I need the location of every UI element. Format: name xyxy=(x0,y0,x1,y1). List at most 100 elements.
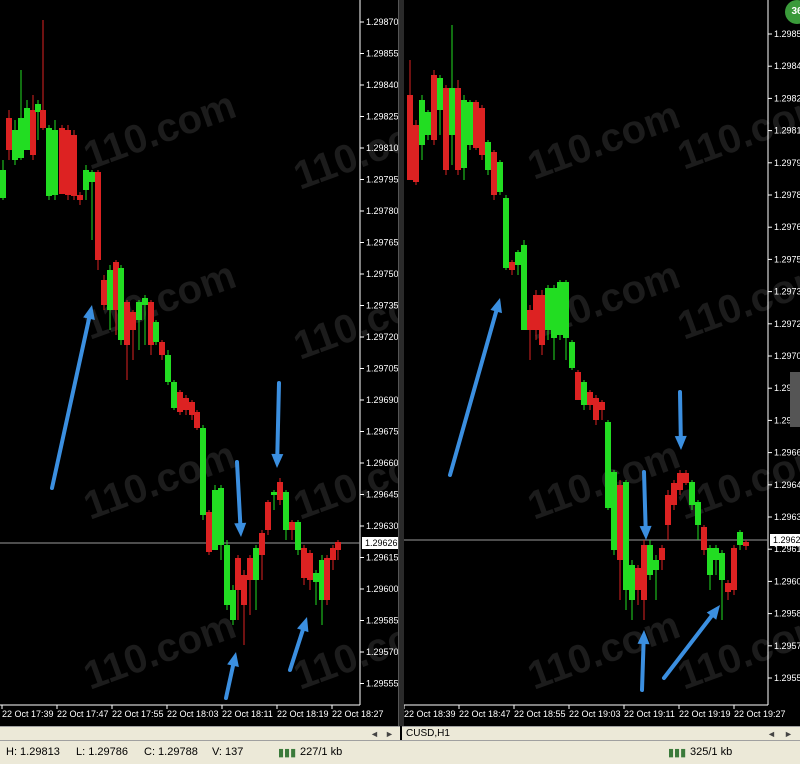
left-candle-body xyxy=(153,322,159,342)
left-x-tick-label: 22 Oct 18:19 xyxy=(277,709,329,719)
right-x-tick-label: 22 Oct 18:39 xyxy=(404,709,456,719)
right-x-tick-label: 22 Oct 19:03 xyxy=(569,709,621,719)
right-candle-body xyxy=(677,473,683,490)
left-candle-body xyxy=(301,548,307,578)
right-current-price-label: 1.29625 xyxy=(773,535,800,545)
right-annotation-arrow-shaft xyxy=(642,470,648,529)
left-candle-body xyxy=(118,268,124,340)
left-candle-body xyxy=(194,412,200,428)
right-chart-panel[interactable]: 110.com 110.com 110.com 110.com 110.com 110.c… xyxy=(404,0,800,726)
left-candle-body xyxy=(259,533,265,555)
left-candle-body xyxy=(224,545,230,605)
bars-icon-left: ▮▮▮ xyxy=(278,747,297,759)
right-y-tick-label: 1.29825 xyxy=(774,93,800,103)
right-candle-body xyxy=(563,282,569,338)
left-candle-body xyxy=(289,522,295,530)
left-candle-body xyxy=(159,342,165,355)
left-candle-body xyxy=(171,382,177,408)
left-candle-body xyxy=(295,522,301,550)
right-candle-body xyxy=(449,88,455,135)
left-y-tick-label: 1.29615 xyxy=(366,553,398,563)
left-annotation-arrow-shaft xyxy=(275,381,281,457)
right-x-tick-label: 22 Oct 18:47 xyxy=(459,709,511,719)
right-y-tick-label: 1.29810 xyxy=(774,126,800,136)
right-candle-body xyxy=(653,560,659,570)
right-candle-body xyxy=(725,583,731,592)
left-candle-body xyxy=(271,492,277,495)
right-chart-canvas[interactable]: 110.com110.com110.com110.com110.com110.c… xyxy=(404,0,800,726)
left-candle-body xyxy=(283,492,289,530)
left-y-tick-label: 1.29795 xyxy=(366,175,398,185)
right-y-tick-label: 1.29660 xyxy=(774,448,800,458)
tab-scroll-right-icon[interactable]: ► xyxy=(784,729,793,739)
right-y-tick-label: 1.29750 xyxy=(774,254,800,264)
left-x-tick-label: 22 Oct 17:39 xyxy=(2,709,54,719)
right-candle-body xyxy=(695,502,701,525)
right-candle-body xyxy=(569,342,575,368)
left-y-tick-label: 1.29720 xyxy=(366,332,398,342)
scroll-right-icon[interactable]: ► xyxy=(385,729,394,739)
left-x-tick-label: 22 Oct 18:27 xyxy=(332,709,384,719)
left-chart-panel[interactable]: 110.com 110.com 110.com 110.com 110.com 110.c… xyxy=(0,0,398,726)
left-candle-body xyxy=(46,128,52,196)
right-candle-body xyxy=(539,295,545,345)
left-candle-body xyxy=(77,195,83,200)
left-candle-body xyxy=(218,488,224,545)
left-y-tick-label: 1.29765 xyxy=(366,238,398,248)
left-candle-body xyxy=(71,135,77,196)
vertical-scrollbar[interactable] xyxy=(790,372,800,427)
left-candle-body xyxy=(12,130,18,160)
right-candle-body xyxy=(683,473,689,483)
right-y-tick-label: 1.29645 xyxy=(774,480,800,490)
right-candle-body xyxy=(599,402,605,410)
right-candle-body xyxy=(617,485,623,560)
left-candle-body xyxy=(183,398,189,410)
right-candle-body xyxy=(455,88,461,170)
left-candle-body xyxy=(40,110,46,128)
left-y-tick-label: 1.29870 xyxy=(366,17,398,27)
right-candle-body xyxy=(443,88,449,170)
left-y-tick-label: 1.29840 xyxy=(366,80,398,90)
right-candle-body xyxy=(581,382,587,405)
right-candle-body xyxy=(587,392,593,405)
status-bar: H: 1.29813 L: 1.29786 C: 1.29788 V: 137 … xyxy=(0,740,800,764)
left-candle-body xyxy=(0,170,6,198)
status-bars-left: 227/1 kb xyxy=(300,746,343,758)
left-candle-body xyxy=(6,118,12,150)
right-candle-body xyxy=(479,108,485,155)
left-candle-body xyxy=(52,130,58,195)
right-candle-body xyxy=(731,548,737,590)
right-candle-body xyxy=(701,527,707,550)
right-candle-body xyxy=(545,288,551,330)
left-candle-body xyxy=(24,108,30,150)
right-candle-body xyxy=(557,282,563,335)
left-candle-body xyxy=(142,298,148,305)
scroll-left-icon[interactable]: ◄ xyxy=(370,729,379,739)
left-y-tick-label: 1.29705 xyxy=(366,364,398,374)
left-candle-body xyxy=(65,130,71,195)
left-candle-body xyxy=(230,590,236,620)
right-candle-body xyxy=(629,565,635,600)
right-candle-body xyxy=(497,162,503,192)
right-candle-body xyxy=(635,568,641,590)
right-candle-body xyxy=(413,125,419,182)
left-candle-body xyxy=(130,312,136,330)
tab-scroll-left-icon[interactable]: ◄ xyxy=(767,729,776,739)
left-chart-canvas[interactable]: 110.com110.com110.com110.com110.com110.c… xyxy=(0,0,398,726)
left-candle-body xyxy=(136,302,142,320)
right-candle-body xyxy=(473,102,479,148)
left-candle-body xyxy=(307,553,313,580)
left-y-tick-label: 1.29690 xyxy=(366,395,398,405)
right-y-tick-label: 1.29720 xyxy=(774,319,800,329)
tab-chart-symbol[interactable]: CUSD,H1 xyxy=(406,728,450,739)
right-x-tick-label: 22 Oct 19:19 xyxy=(679,709,731,719)
right-x-tick-label: 22 Oct 19:27 xyxy=(734,709,786,719)
right-candle-body xyxy=(437,78,443,110)
right-candle-body xyxy=(503,198,509,268)
right-candle-body xyxy=(611,472,617,550)
right-y-tick-label: 1.29780 xyxy=(774,190,800,200)
left-y-tick-label: 1.29855 xyxy=(366,49,398,59)
left-y-tick-label: 1.29825 xyxy=(366,112,398,122)
right-candle-body xyxy=(647,545,653,575)
left-candle-body xyxy=(212,490,218,550)
